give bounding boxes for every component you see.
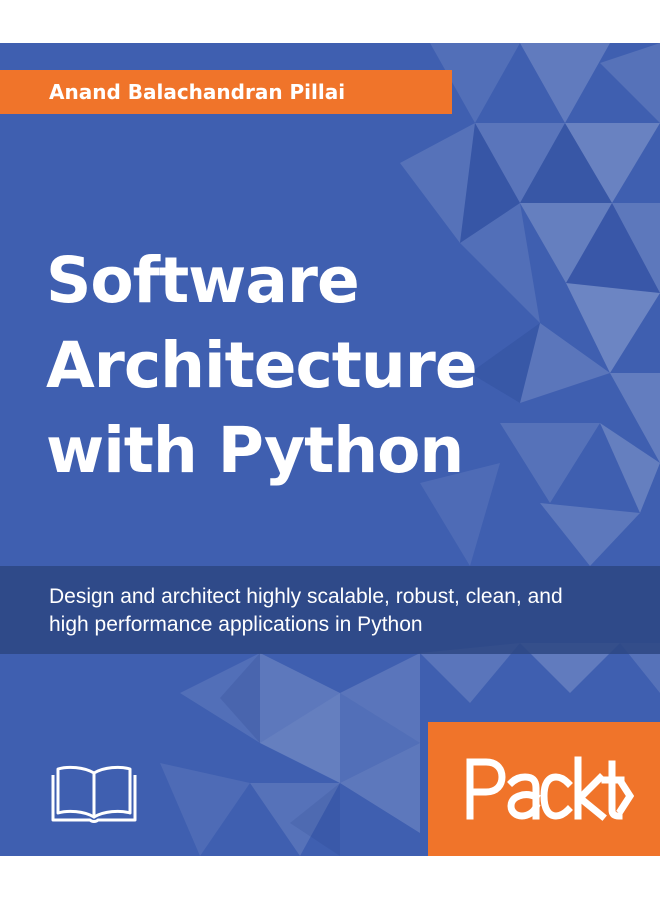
publisher-box bbox=[428, 722, 660, 856]
title-line-2: Architecture bbox=[46, 329, 478, 402]
book-cover: Anand Balachandran Pillai Software Archi… bbox=[0, 43, 660, 856]
title-line-1: Software bbox=[46, 244, 360, 317]
subtitle-line-2: high performance applications in Python bbox=[49, 613, 423, 636]
book-title: Software Architecture with Python bbox=[46, 238, 626, 493]
book-cover-page: Anand Balachandran Pillai Software Archi… bbox=[0, 0, 660, 900]
packt-logo bbox=[466, 756, 634, 821]
author-banner: Anand Balachandran Pillai bbox=[0, 70, 452, 114]
author-name: Anand Balachandran Pillai bbox=[49, 80, 346, 104]
open-book-icon bbox=[51, 765, 137, 823]
subtitle-line-1: Design and architect highly scalable, ro… bbox=[49, 585, 563, 608]
subtitle-band: Design and architect highly scalable, ro… bbox=[0, 566, 660, 654]
book-subtitle: Design and architect highly scalable, ro… bbox=[49, 583, 649, 639]
title-line-3: with Python bbox=[46, 414, 464, 487]
